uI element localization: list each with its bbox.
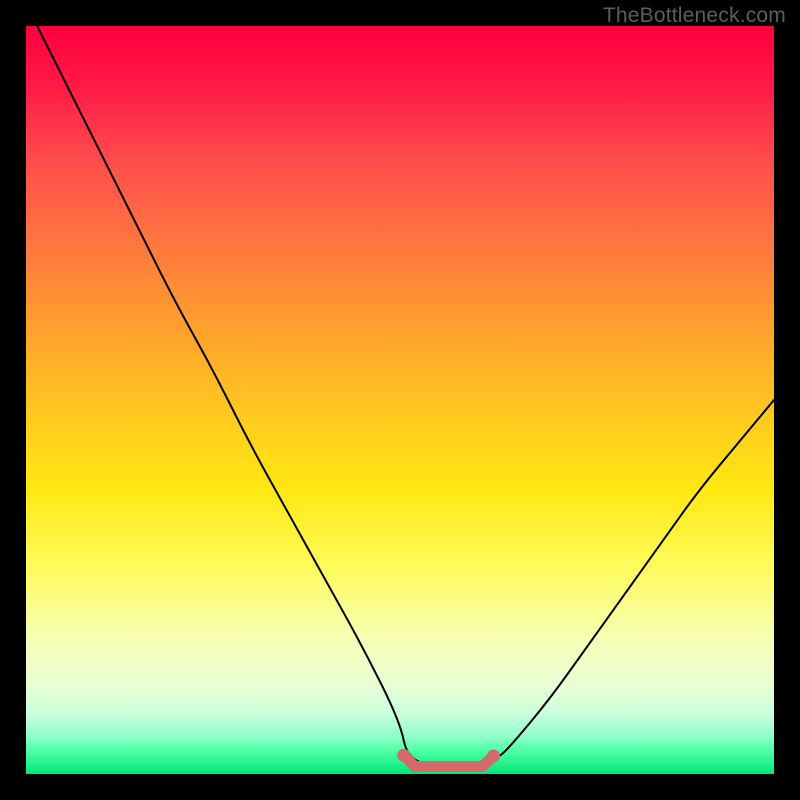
chart-frame: TheBottleneck.com <box>0 0 800 800</box>
optimal-zone-marker <box>397 749 500 767</box>
optimal-zone-start-dot <box>397 749 410 762</box>
curve-layer <box>26 26 774 774</box>
bottleneck-curve <box>26 26 774 767</box>
attribution-label: TheBottleneck.com <box>603 4 786 28</box>
optimal-zone-end-dot <box>487 750 500 763</box>
plot-area <box>26 26 774 774</box>
